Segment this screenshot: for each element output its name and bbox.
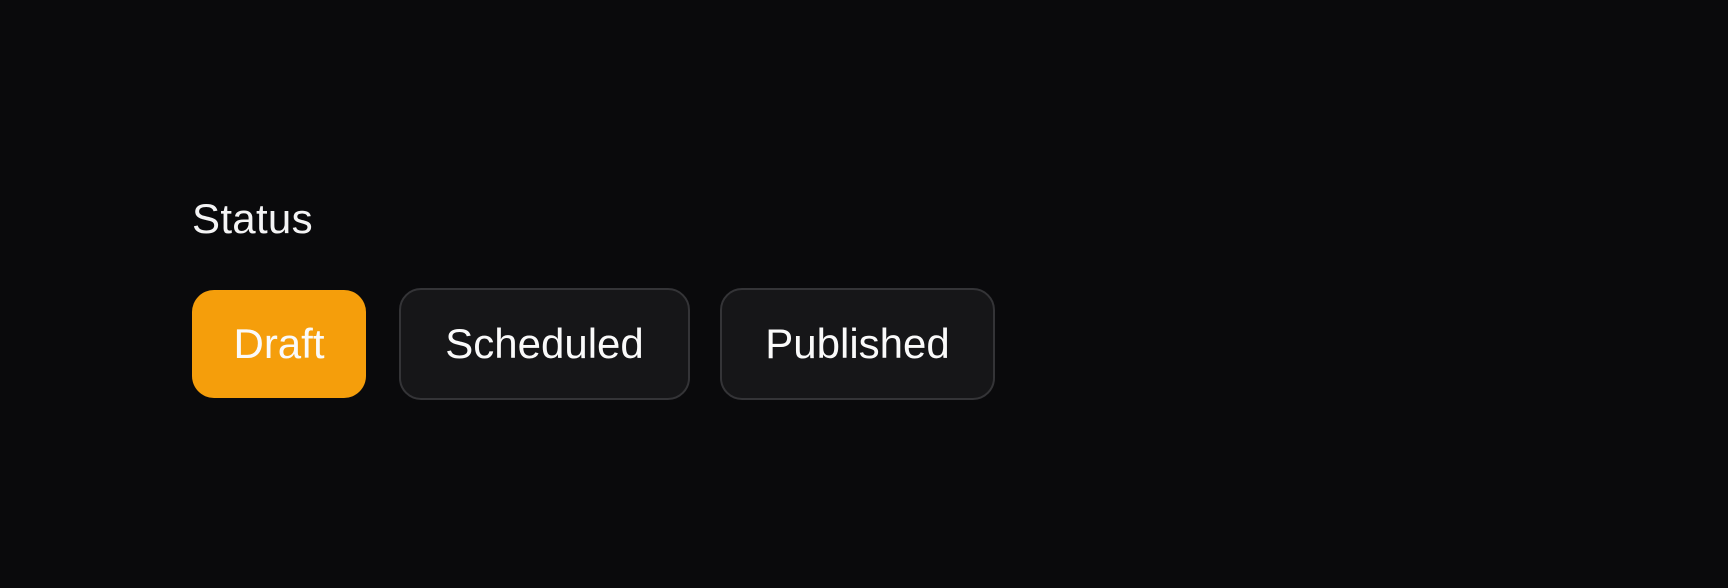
status-option-published[interactable]: Published: [720, 288, 995, 400]
status-option-scheduled[interactable]: Scheduled: [399, 288, 690, 400]
status-field: Status Draft Scheduled Published: [192, 195, 995, 400]
status-label: Status: [192, 195, 313, 242]
status-option-draft[interactable]: Draft: [192, 290, 366, 398]
status-segmented-control: Draft Scheduled Published: [192, 288, 995, 400]
